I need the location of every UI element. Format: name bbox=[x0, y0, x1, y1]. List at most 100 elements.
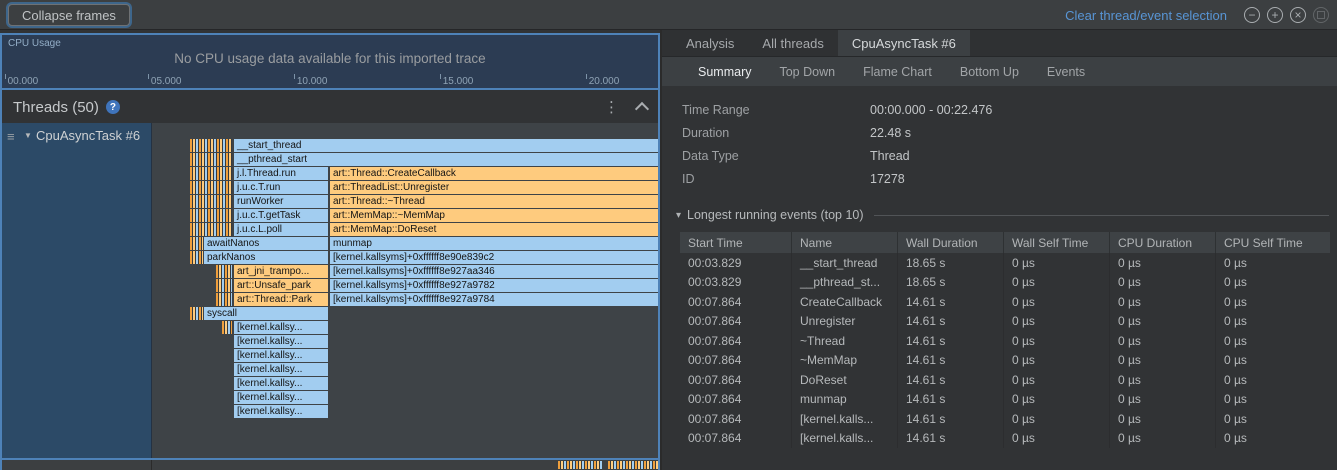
flame-frame[interactable]: munmap bbox=[330, 237, 658, 250]
section-rule bbox=[874, 215, 1329, 216]
flame-frame[interactable]: [kernel.kallsy... bbox=[234, 349, 328, 362]
flame-frame[interactable] bbox=[190, 181, 232, 194]
table-cell: 0 µs bbox=[1216, 273, 1330, 293]
flame-frame[interactable]: art::Thread::CreateCallback bbox=[330, 167, 658, 180]
column-header: CPU Self Time bbox=[1216, 232, 1330, 253]
flame-frame[interactable]: [kernel.kallsyms]+0xffffff8e927a9784 bbox=[330, 293, 658, 306]
flame-frame[interactable]: [kernel.kallsy... bbox=[234, 335, 328, 348]
flame-frame[interactable] bbox=[216, 279, 232, 292]
subtab-flame-chart[interactable]: Flame Chart bbox=[849, 65, 946, 79]
flame-frame[interactable] bbox=[608, 461, 658, 469]
flame-frame[interactable]: [kernel.kallsyms]+0xffffff8e927aa346 bbox=[330, 265, 658, 278]
clear-selection-link[interactable]: Clear thread/event selection bbox=[1065, 8, 1227, 23]
table-cell: 00:07.864 bbox=[680, 429, 792, 449]
table-cell: 14.61 s bbox=[898, 331, 1004, 351]
zoom-out-icon[interactable]: − bbox=[1244, 7, 1260, 23]
table-row[interactable]: 00:03.829__start_thread18.65 s0 µs0 µs0 … bbox=[680, 253, 1330, 273]
table-cell: DoReset bbox=[792, 370, 898, 390]
table-cell: ~Thread bbox=[792, 331, 898, 351]
table-cell: 00:03.829 bbox=[680, 253, 792, 273]
flame-frame[interactable]: art::MemMap::DoReset bbox=[330, 223, 658, 236]
flame-frame[interactable]: runWorker bbox=[234, 195, 328, 208]
flame-frame[interactable]: [kernel.kallsyms]+0xffffff8e927a9782 bbox=[330, 279, 658, 292]
thread-name: CpuAsyncTask #6 bbox=[36, 128, 140, 143]
cpu-usage-panel[interactable]: CPU Usage No CPU usage data available fo… bbox=[0, 33, 660, 90]
summary-field: Time Range00:00.000 - 00:22.476 bbox=[682, 98, 1337, 121]
table-row[interactable]: 00:07.864CreateCallback14.61 s0 µs0 µs0 … bbox=[680, 292, 1330, 312]
flame-frame[interactable] bbox=[222, 321, 232, 334]
table-row[interactable]: 00:07.864[kernel.kalls...14.61 s0 µs0 µs… bbox=[680, 429, 1330, 449]
flame-frame[interactable] bbox=[190, 209, 232, 222]
subtab-summary[interactable]: Summary bbox=[684, 65, 765, 79]
flame-frame[interactable]: [kernel.kallsy... bbox=[234, 391, 328, 404]
flame-frame[interactable]: art::ThreadList::Unregister bbox=[330, 181, 658, 194]
flame-frame[interactable] bbox=[190, 237, 203, 250]
help-icon[interactable]: ? bbox=[106, 100, 120, 114]
flame-frame[interactable]: art_jni_trampo... bbox=[234, 265, 328, 278]
section-collapse-icon[interactable]: ▾ bbox=[676, 210, 681, 221]
thread-list-column[interactable]: ≡ ▼ CpuAsyncTask #6 bbox=[2, 123, 152, 458]
subtab-top-down[interactable]: Top Down bbox=[765, 65, 849, 79]
expand-triangle-icon[interactable]: ▼ bbox=[24, 131, 32, 140]
flame-frame[interactable]: [kernel.kallsy... bbox=[234, 363, 328, 376]
flame-frame[interactable] bbox=[190, 153, 232, 166]
flame-frame[interactable]: parkNanos bbox=[204, 251, 328, 264]
flame-frame[interactable] bbox=[190, 251, 203, 264]
subtab-bottom-up[interactable]: Bottom Up bbox=[946, 65, 1033, 79]
flame-frame[interactable] bbox=[558, 461, 602, 469]
flame-frame[interactable]: art::MemMap::~MemMap bbox=[330, 209, 658, 222]
table-cell: 0 µs bbox=[1004, 331, 1110, 351]
next-thread-chart[interactable] bbox=[152, 460, 658, 470]
next-thread-column[interactable] bbox=[2, 460, 152, 470]
tab-all-threads[interactable]: All threads bbox=[748, 30, 837, 56]
collapse-frames-button[interactable]: Collapse frames bbox=[8, 4, 130, 26]
flame-frame[interactable]: awaitNanos bbox=[204, 237, 328, 250]
table-row[interactable]: 00:07.864Unregister14.61 s0 µs0 µs0 µs bbox=[680, 312, 1330, 332]
table-row[interactable]: 00:07.864munmap14.61 s0 µs0 µs0 µs bbox=[680, 390, 1330, 410]
flame-frame[interactable]: art::Thread::~Thread bbox=[330, 195, 658, 208]
flame-frame[interactable]: [kernel.kallsy... bbox=[234, 321, 328, 334]
column-header: Name bbox=[792, 232, 898, 253]
table-row[interactable]: 00:03.829__pthread_st...18.65 s0 µs0 µs0… bbox=[680, 273, 1330, 293]
flame-frame[interactable]: j.u.c.L.poll bbox=[234, 223, 328, 236]
flame-frame[interactable]: [kernel.kallsyms]+0xffffff8e90e839c2 bbox=[330, 251, 658, 264]
flame-frame[interactable] bbox=[216, 293, 232, 306]
field-label: ID bbox=[682, 172, 870, 186]
flame-frame[interactable] bbox=[190, 307, 203, 320]
table-cell: [kernel.kalls... bbox=[792, 409, 898, 429]
flame-frame[interactable]: art::Thread::Park bbox=[234, 293, 328, 306]
flame-frame[interactable] bbox=[190, 139, 232, 152]
flame-frame[interactable]: __pthread_start bbox=[234, 153, 658, 166]
table-row[interactable]: 00:07.864~MemMap14.61 s0 µs0 µs0 µs bbox=[680, 351, 1330, 371]
zoom-in-icon[interactable]: + bbox=[1267, 7, 1283, 23]
flame-frame[interactable]: j.l.Thread.run bbox=[234, 167, 328, 180]
flame-chart[interactable]: __start_thread__pthread_startj.l.Thread.… bbox=[152, 123, 658, 458]
table-cell: 00:07.864 bbox=[680, 312, 792, 332]
flame-frame[interactable] bbox=[190, 223, 232, 236]
flame-frame[interactable]: art::Unsafe_park bbox=[234, 279, 328, 292]
table-cell: [kernel.kalls... bbox=[792, 429, 898, 449]
events-section-title: Longest running events (top 10) bbox=[687, 208, 864, 222]
tick-label: 00.000 bbox=[8, 76, 39, 87]
table-row[interactable]: 00:07.864[kernel.kalls...14.61 s0 µs0 µs… bbox=[680, 409, 1330, 429]
table-cell: 0 µs bbox=[1110, 429, 1216, 449]
collapse-chevron-icon[interactable] bbox=[635, 101, 649, 115]
flame-frame[interactable] bbox=[216, 265, 232, 278]
tab-analysis[interactable]: Analysis bbox=[672, 30, 748, 56]
subtab-events[interactable]: Events bbox=[1033, 65, 1099, 79]
tab-cpuasynctask-6[interactable]: CpuAsyncTask #6 bbox=[838, 30, 970, 56]
table-row[interactable]: 00:07.864DoReset14.61 s0 µs0 µs0 µs bbox=[680, 370, 1330, 390]
flame-frame[interactable]: [kernel.kallsy... bbox=[234, 405, 328, 418]
flame-frame[interactable] bbox=[190, 167, 232, 180]
flame-frame[interactable]: __start_thread bbox=[234, 139, 658, 152]
flame-frame[interactable]: j.u.c.T.run bbox=[234, 181, 328, 194]
reset-zoom-icon[interactable]: × bbox=[1290, 7, 1306, 23]
table-row[interactable]: 00:07.864~Thread14.61 s0 µs0 µs0 µs bbox=[680, 331, 1330, 351]
drag-handle-icon[interactable]: ≡ bbox=[7, 129, 15, 144]
flame-frame[interactable] bbox=[190, 195, 232, 208]
flame-frame[interactable]: j.u.c.T.getTask bbox=[234, 209, 328, 222]
flame-frame[interactable]: syscall bbox=[204, 307, 328, 320]
flame-frame[interactable]: [kernel.kallsy... bbox=[234, 377, 328, 390]
table-cell: 00:07.864 bbox=[680, 370, 792, 390]
more-options-icon[interactable]: ⋮ bbox=[604, 98, 619, 116]
